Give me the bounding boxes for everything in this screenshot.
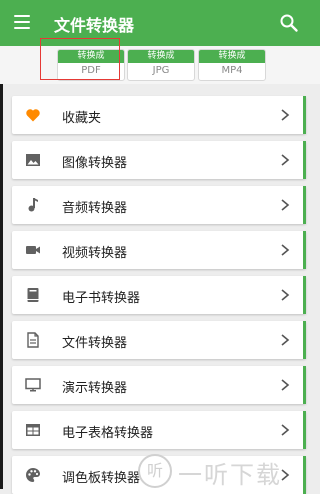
list-item-video-converter[interactable]: 视频转换器 <box>12 231 306 269</box>
search-icon[interactable] <box>279 13 299 33</box>
chip-top-label: 转换成 <box>199 50 265 63</box>
convert-to-mp4-chip[interactable]: 转换成 MP4 <box>198 49 266 81</box>
accent-bar <box>303 411 306 449</box>
monitor-icon <box>25 378 41 392</box>
chip-top-label: 转换成 <box>58 50 124 63</box>
palette-icon <box>26 468 40 482</box>
chevron-right-icon <box>281 244 290 256</box>
book-icon <box>27 288 39 302</box>
list-item-label: 电子表格转换器 <box>62 426 154 441</box>
chevron-right-icon <box>281 154 290 166</box>
table-icon <box>26 424 40 436</box>
list-item-label: 音频转换器 <box>62 201 128 216</box>
convert-to-jpg-chip[interactable]: 转换成 JPG <box>127 49 195 81</box>
heart-icon <box>26 109 40 122</box>
watermark: 听 一听下载 <box>132 452 320 489</box>
list-item-presentation-converter[interactable]: 演示转换器 <box>12 366 306 404</box>
chevron-right-icon <box>281 109 290 121</box>
accent-bar <box>303 141 306 179</box>
chevron-right-icon <box>281 199 290 211</box>
list-item-label: 视频转换器 <box>62 246 128 261</box>
list-item-spreadsheet-converter[interactable]: 电子表格转换器 <box>12 411 306 449</box>
app-bar: 文件转换器 <box>0 0 320 46</box>
chevron-right-icon <box>281 379 290 391</box>
accent-bar <box>303 366 306 404</box>
chevron-right-icon <box>281 289 290 301</box>
list-item-label: 演示转换器 <box>62 381 128 396</box>
chevron-right-icon <box>281 424 290 436</box>
list-item-label: 收藏夹 <box>62 111 102 126</box>
accent-bar <box>303 96 306 134</box>
chip-format-label: MP4 <box>221 65 243 76</box>
accent-bar <box>303 231 306 269</box>
list-item-label: 图像转换器 <box>62 156 128 171</box>
music-note-icon <box>28 198 38 212</box>
chevron-right-icon <box>281 334 290 346</box>
list-item-favorites[interactable]: 收藏夹 <box>12 96 306 134</box>
list-item-ebook-converter[interactable]: 电子书转换器 <box>12 276 306 314</box>
list-item-image-converter[interactable]: 图像转换器 <box>12 141 306 179</box>
app-title: 文件转换器 <box>54 16 135 35</box>
menu-icon[interactable] <box>14 15 30 29</box>
watermark-text: 一听下载 <box>178 461 282 489</box>
watermark-logo-icon: 听 <box>138 454 172 488</box>
chip-format-label: JPG <box>152 65 170 76</box>
left-edge-strip <box>0 84 3 489</box>
document-icon <box>27 332 39 348</box>
list-item-label: 文件转换器 <box>62 336 128 351</box>
chip-format-label: PDF <box>81 65 101 76</box>
list-item-label: 调色板转换器 <box>62 471 141 486</box>
accent-bar <box>303 276 306 314</box>
chip-top-label: 转换成 <box>128 50 194 63</box>
list-item-audio-converter[interactable]: 音频转换器 <box>12 186 306 224</box>
list-item-label: 电子书转换器 <box>62 291 141 306</box>
accent-bar <box>303 186 306 224</box>
accent-bar <box>303 321 306 359</box>
format-chips: 转换成 PDF 转换成 JPG 转换成 MP4 <box>0 46 320 84</box>
video-camera-icon <box>26 246 40 254</box>
list-item-document-converter[interactable]: 文件转换器 <box>12 321 306 359</box>
image-icon <box>26 154 40 166</box>
convert-to-pdf-chip[interactable]: 转换成 PDF <box>57 49 125 81</box>
